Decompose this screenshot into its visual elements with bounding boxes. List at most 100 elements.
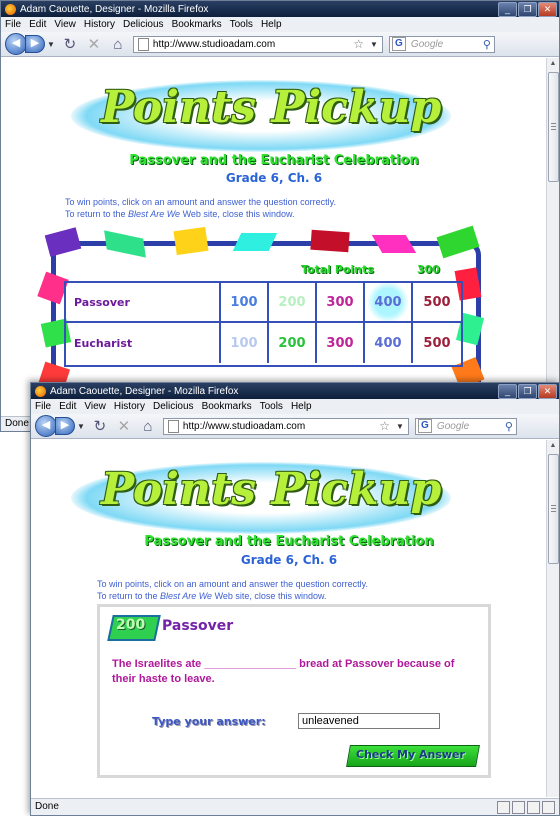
site-name: Blest Are We [160, 591, 213, 601]
menu-file[interactable]: File [5, 19, 21, 30]
url-text: http://www.studioadam.com [182, 420, 306, 432]
points-300-eucharist[interactable]: 300 [317, 323, 365, 363]
page-icon [167, 419, 179, 433]
vertical-scrollbar[interactable]: ▲ [546, 58, 559, 431]
browser-window-back: Adam Caouette, Designer - Mozilla Firefo… [0, 0, 560, 432]
menu-bookmarks[interactable]: Bookmarks [172, 19, 222, 30]
firefox-icon [5, 3, 16, 15]
firefox-icon [35, 385, 46, 397]
points-100-passover[interactable]: 100 [221, 283, 269, 323]
menu-delicious[interactable]: Delicious [153, 401, 194, 412]
search-box[interactable]: G Google ⚲ [388, 35, 495, 53]
menu-edit[interactable]: Edit [59, 401, 76, 412]
points-100-eucharist[interactable]: 100 [221, 323, 269, 363]
bookmark-star-icon[interactable]: ☆ [379, 419, 390, 433]
grade-label: Grade 6, Ch. 6 [240, 553, 338, 567]
status-text: Done [5, 418, 29, 429]
points-400-eucharist[interactable]: 400 [365, 323, 413, 363]
search-box[interactable]: G Google ⚲ [414, 417, 517, 435]
search-icon[interactable]: ⚲ [483, 38, 494, 51]
category-row: Passover 100 200 300 400 500 [66, 283, 461, 323]
google-icon[interactable]: G [391, 37, 406, 51]
menu-view[interactable]: View [84, 401, 106, 412]
address-bar[interactable]: http://www.studioadam.com ☆ ▼ [162, 417, 409, 435]
total-points-value: 300 [417, 263, 440, 276]
home-icon[interactable]: ⌂ [109, 36, 127, 53]
menu-edit[interactable]: Edit [29, 19, 46, 30]
stop-icon[interactable]: ✕ [115, 417, 133, 435]
restore-button[interactable]: ❐ [518, 384, 537, 399]
instruction-text: To return to the [97, 591, 161, 601]
menu-history[interactable]: History [84, 19, 115, 30]
category-label: Eucharist [66, 323, 221, 363]
close-button[interactable]: ✕ [538, 2, 557, 17]
answer-label: Type your answer: [152, 715, 266, 728]
vertical-scrollbar[interactable]: ▲ [546, 440, 559, 797]
reload-icon[interactable]: ↻ [61, 35, 79, 53]
tile-status-icon[interactable] [512, 801, 525, 814]
home-icon[interactable]: ⌂ [139, 418, 157, 435]
close-button[interactable]: ✕ [538, 384, 557, 399]
menu-tools[interactable]: Tools [260, 401, 283, 412]
answer-input[interactable] [298, 713, 440, 729]
points-200-eucharist[interactable]: 200 [269, 323, 317, 363]
google-icon[interactable]: G [417, 419, 432, 433]
question-text: The Israelites ate _______________ bread… [112, 658, 455, 685]
browser-window-front: Adam Caouette, Designer - Mozilla Firefo… [30, 382, 560, 816]
bookmark-star-icon[interactable]: ☆ [353, 37, 364, 51]
scroll-thumb[interactable] [548, 72, 559, 182]
history-dropdown-icon[interactable]: ▼ [47, 40, 55, 49]
back-button[interactable]: ◀ [5, 33, 27, 55]
menu-delicious[interactable]: Delicious [123, 19, 164, 30]
points-200-passover[interactable]: 200 [269, 283, 317, 323]
title-bar: Adam Caouette, Designer - Mozilla Firefo… [31, 383, 559, 399]
menu-tools[interactable]: Tools [230, 19, 253, 30]
menu-bookmarks[interactable]: Bookmarks [202, 401, 252, 412]
mail-icon[interactable] [527, 801, 540, 814]
stop-icon[interactable]: ✕ [85, 35, 103, 53]
menu-view[interactable]: View [54, 19, 76, 30]
category-label: Passover [66, 283, 221, 323]
menu-file[interactable]: File [35, 401, 51, 412]
resize-grip-icon [542, 801, 555, 814]
menu-help[interactable]: Help [291, 401, 312, 412]
scroll-grip [551, 508, 556, 509]
restore-button[interactable]: ❐ [518, 2, 537, 17]
url-dropdown-icon[interactable]: ▼ [370, 40, 378, 49]
forward-button[interactable]: ▶ [55, 417, 75, 435]
url-dropdown-icon[interactable]: ▼ [396, 422, 404, 431]
logo-text: Points Pickup [101, 464, 442, 515]
history-dropdown-icon[interactable]: ▼ [77, 422, 85, 431]
points-grid: Passover 100 200 300 400 500 Eucharist 1… [64, 281, 463, 367]
address-bar[interactable]: http://www.studioadam.com ☆ ▼ [132, 35, 383, 53]
instructions: To win points, click on an amount and an… [65, 196, 336, 220]
window-title: Adam Caouette, Designer - Mozilla Firefo… [20, 3, 209, 15]
url-text: http://www.studioadam.com [152, 38, 276, 50]
question-points: 200 [116, 617, 146, 633]
scroll-up-arrow[interactable]: ▲ [547, 440, 559, 451]
menu-bar: File Edit View History Delicious Bookmar… [1, 17, 559, 32]
reload-icon[interactable]: ↻ [91, 417, 109, 435]
scroll-thumb[interactable] [548, 454, 559, 564]
navigation-toolbar: ◀ ▶ ▼ ↻ ✕ ⌂ http://www.studioadam.com ☆ … [1, 32, 559, 57]
check-answer-label[interactable]: Check My Answer [356, 748, 465, 761]
points-300-passover[interactable]: 300 [317, 283, 365, 323]
points-500-passover[interactable]: 500 [413, 283, 461, 323]
back-button[interactable]: ◀ [35, 415, 57, 437]
forward-button[interactable]: ▶ [25, 35, 45, 53]
minimize-button[interactable]: _ [498, 384, 517, 399]
decorative-chip [173, 226, 209, 256]
page-subtitle: Passover and the Eucharist Celebration [144, 534, 434, 549]
decorative-chip [310, 229, 350, 253]
search-icon[interactable]: ⚲ [505, 420, 516, 433]
menu-help[interactable]: Help [261, 19, 282, 30]
page-content: Points Pickup Passover and the Eucharist… [1, 58, 547, 431]
points-400-passover[interactable]: 400 [365, 283, 413, 323]
search-placeholder: Google [410, 38, 444, 50]
scroll-up-arrow[interactable]: ▲ [547, 58, 559, 69]
menu-history[interactable]: History [114, 401, 145, 412]
status-bar: Done [31, 798, 559, 815]
addon-status-icon[interactable] [497, 801, 510, 814]
minimize-button[interactable]: _ [498, 2, 517, 17]
points-500-eucharist[interactable]: 500 [413, 323, 461, 363]
